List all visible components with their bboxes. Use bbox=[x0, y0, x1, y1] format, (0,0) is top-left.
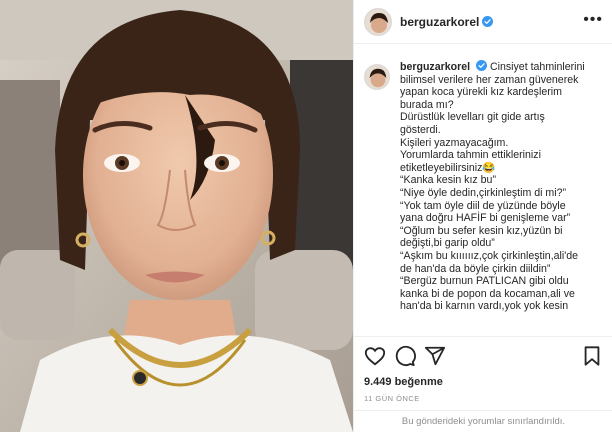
caption-line: Kişileri yazmayacağım. bbox=[400, 136, 509, 149]
verified-badge-icon bbox=[476, 60, 488, 71]
comment-icon[interactable] bbox=[394, 345, 416, 367]
caption-line: han'da bi karnın vardı,yok yok kesin bbox=[400, 300, 569, 313]
caption-line: de han'da da böyle çirkin diildin” bbox=[400, 262, 551, 275]
caption-line: “Kanka kesin kız bu” bbox=[400, 174, 496, 187]
caption-avatar[interactable] bbox=[364, 64, 390, 90]
caption-username[interactable]: berguzarkorel bbox=[400, 61, 470, 73]
caption-line: “Oğlum bu sefer kesin kız,yüzün bi bbox=[400, 224, 563, 237]
avatar-image bbox=[365, 65, 389, 89]
action-bar bbox=[354, 336, 612, 376]
caption-line: değişti,bi garip oldu” bbox=[400, 237, 495, 250]
comments-limited-notice: Bu gönderideki yorumlar sınırlandırıldı. bbox=[354, 410, 612, 432]
caption-line: “Bergüz burnun PATLICAN gibi oldu bbox=[400, 275, 569, 288]
caption-line: burada mı? bbox=[400, 98, 454, 111]
share-icon[interactable] bbox=[424, 345, 446, 367]
avatar-image bbox=[365, 8, 391, 35]
likes-count[interactable]: 9.449 beğenme bbox=[364, 376, 443, 388]
caption-line: “Aşkım bu kıııııız,çok çirkinleştin,ali'… bbox=[400, 249, 579, 262]
caption-line: yana doğru HAFİF bi genişleme var” bbox=[400, 212, 571, 225]
caption-line: kanka bi de popon da kocaman,ali ve bbox=[400, 287, 575, 300]
avatar[interactable] bbox=[364, 7, 392, 36]
post-photo[interactable] bbox=[0, 0, 353, 432]
verified-badge-icon bbox=[482, 16, 494, 27]
caption-line: yapan koca yürekli kız kardeşlerim bbox=[400, 86, 562, 99]
heart-icon[interactable] bbox=[364, 345, 386, 367]
post-side-panel: berguzarkorel ••• berguzarkorel Cinsiyet… bbox=[353, 0, 612, 432]
caption-line: “Niye öyle dedin,çirkinleştim di mi?” bbox=[400, 186, 567, 199]
caption-line: Yorumlarda tahmin ettiklerinizi bbox=[400, 149, 541, 162]
post-timestamp[interactable]: 11 GÜN ÖNCE bbox=[364, 394, 420, 403]
more-options-icon[interactable]: ••• bbox=[583, 12, 603, 28]
caption-line: Dürüstlük levelları git gide artış bbox=[400, 111, 545, 124]
header-username[interactable]: berguzarkorel bbox=[400, 15, 479, 29]
bookmark-icon[interactable] bbox=[581, 345, 603, 367]
caption-line: gösterdi. bbox=[400, 123, 441, 136]
caption-section: berguzarkorel Cinsiyet tahminlerini bili… bbox=[354, 52, 612, 335]
selfie-image bbox=[0, 0, 353, 432]
caption-text: berguzarkorel Cinsiyet tahminlerini bili… bbox=[400, 60, 600, 335]
caption-line: “Yok tam öyle diil de yüzünde böyle bbox=[400, 199, 566, 212]
caption-line: etiketleyebilirsiniz😂 bbox=[400, 161, 496, 174]
post-header: berguzarkorel ••• bbox=[354, 0, 612, 44]
caption-line: Cinsiyet tahminlerini bbox=[489, 61, 585, 73]
caption-line: bilimsel verilere her zaman güvenerek bbox=[400, 73, 579, 86]
